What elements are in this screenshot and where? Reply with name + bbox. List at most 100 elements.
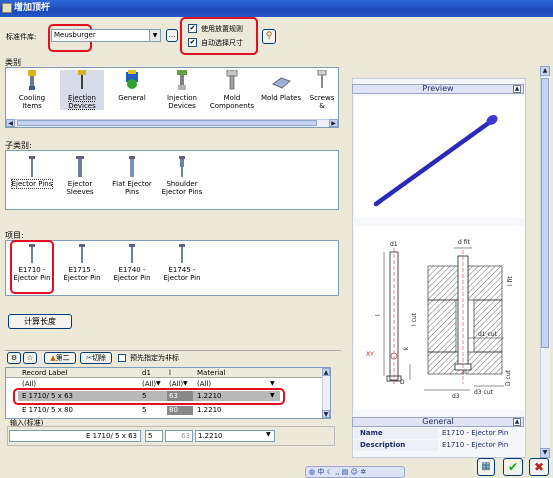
table-cell[interactable]: 63 — [169, 392, 178, 401]
app-icon — [2, 3, 12, 13]
drawing-label-xy: XY — [366, 351, 374, 358]
project-item-e1710[interactable]: E1710 - Ejector Pin — [12, 244, 52, 282]
preview-title: Preview — [422, 84, 454, 93]
use-placement-rules-checkbox[interactable]: ✔ — [188, 24, 197, 33]
filter-icon[interactable]: ☆ — [23, 352, 37, 364]
table-cell[interactable]: 5 — [142, 392, 146, 401]
category-item-injection[interactable]: Injection Devices — [160, 70, 204, 110]
cancel-button[interactable]: ✖ — [529, 458, 549, 476]
apply-button[interactable]: ▦ — [477, 458, 495, 476]
category-item-general[interactable]: General — [110, 70, 154, 102]
chevron-down-icon[interactable]: ▼ — [156, 380, 161, 387]
scroll-down-icon[interactable]: ▼ — [322, 410, 330, 418]
category-item-label: Ejection Devices — [68, 94, 96, 110]
preview-header: Preview ▲ — [352, 84, 524, 94]
chevron-down-icon[interactable]: ▼ — [149, 30, 160, 41]
scroll-right-icon[interactable]: ▶ — [329, 119, 338, 127]
project-item-e1715[interactable]: E1715 - Ejector Pin — [60, 244, 104, 282]
pin-tool-icon[interactable]: ⚲ — [262, 29, 276, 44]
general-value: E1710 - Ejector Pin — [442, 429, 509, 437]
drawing-label-d1-cut: d1 cut — [478, 331, 498, 338]
checkmark-icon: ✔ — [507, 460, 519, 474]
scroll-left-icon[interactable]: ◀ — [6, 119, 15, 127]
input-d1-field[interactable]: 5 — [145, 430, 163, 442]
column-header[interactable]: l — [169, 369, 171, 378]
subcategory-item-ejector-sleeves[interactable]: Ejector Sleeves — [58, 156, 102, 196]
subcategory-item-ejector-pins[interactable]: Ejector Pins — [10, 156, 54, 189]
project-item-e1740[interactable]: E1740 - Ejector Pin — [110, 244, 154, 282]
trim-button[interactable]: ✂切除 — [80, 352, 112, 364]
general-icon — [126, 70, 138, 89]
category-scroll-thumb[interactable] — [17, 120, 317, 126]
drawing-label-D-cut: D cut — [505, 369, 512, 386]
window-title-bar: 增加顶杆 — [0, 0, 553, 17]
scroll-up-icon[interactable]: ▲ — [540, 66, 550, 76]
drawing-label-l-fit: l fit — [507, 276, 514, 286]
scroll-down-icon[interactable]: ▼ — [540, 448, 550, 458]
project-item-e1745[interactable]: E1745 - Ejector Pin — [158, 244, 206, 282]
drawing-label-d-fit: d fit — [458, 239, 470, 246]
ime-toolbar[interactable]: ◍ 中 ☾ ,, ▤ ☺ ✲ — [305, 466, 405, 478]
trim-label: 切除 — [91, 354, 106, 362]
general-key: Description — [354, 440, 438, 451]
table-cell[interactable]: 1.2210 — [197, 392, 222, 401]
table-cell[interactable]: E 1710/ 5 x 80 — [22, 406, 73, 415]
auto-select-size-label: 自动选择尺寸 — [201, 39, 243, 47]
ok-button[interactable]: ✔ — [503, 458, 523, 476]
default-unselected-checkbox[interactable] — [118, 354, 126, 362]
input-record-field[interactable]: E 1710/ 5 x 63 — [9, 430, 141, 442]
library-select[interactable]: Meusburger ▼ — [51, 29, 161, 42]
general-header: General ▲ — [352, 417, 524, 427]
chevron-down-icon[interactable]: ▼ — [270, 380, 275, 387]
category-item-ejection[interactable]: Ejection Devices — [60, 70, 104, 110]
table-cell[interactable]: 1.2210 — [197, 406, 222, 415]
ejector-pin-icon — [129, 244, 135, 263]
browse-library-button[interactable]: … — [166, 29, 178, 42]
column-header[interactable]: Record Label — [22, 369, 67, 378]
preview-3d-view — [354, 96, 524, 218]
subcategory-item-label: Shoulder Ejector Pins — [161, 180, 203, 196]
general-value: E1710 - Ejector Pin — [442, 441, 509, 449]
category-item-label: General — [118, 94, 146, 102]
table-cell[interactable]: 5 — [142, 406, 146, 415]
auto-select-size-checkbox[interactable]: ✔ — [188, 38, 197, 47]
ime-keyboard-icon: ▤ — [341, 468, 349, 476]
mold-plate-icon — [272, 77, 291, 89]
ejector-pin-icon — [29, 244, 35, 263]
ime-user-icon: ☺ — [350, 468, 358, 476]
collapse-icon[interactable]: ▲ — [513, 418, 521, 426]
calc-length-button[interactable]: 计算长度 — [8, 314, 72, 329]
ejection-icon — [78, 70, 86, 89]
subcategory-item-shoulder-ejector-pins[interactable]: Shoulder Ejector Pins — [158, 156, 206, 196]
injection-icon — [177, 70, 187, 90]
preview-2d-drawing: d1 d fit l fit l d1 cut l cut k D d3 d3 … — [354, 226, 524, 410]
input-l-field[interactable]: 63 — [165, 430, 193, 442]
pin-view-icon[interactable]: ⚙ — [7, 352, 21, 364]
scroll-up-icon[interactable]: ▲ — [322, 368, 330, 376]
category-item-label: Mold Components — [209, 94, 255, 110]
table-cell[interactable]: 80 — [169, 406, 178, 415]
ejector-pin-icon — [29, 156, 35, 177]
collapse-icon[interactable]: ▲ — [513, 85, 521, 93]
category-item-label: Screws & — [309, 94, 335, 110]
table-cell[interactable]: E 1710/ 5 x 63 — [22, 392, 73, 401]
input-material-field[interactable]: 1.2210 — [195, 430, 275, 442]
subcategory-item-flat-ejector-pins[interactable]: Flat Ejector Pins — [110, 156, 154, 196]
general-row-name: Name E1710 - Ejector Pin — [354, 428, 524, 439]
drawing-label-d3: d3 — [452, 393, 460, 400]
chevron-down-icon[interactable]: ▼ — [270, 392, 275, 399]
category-item-screws[interactable]: Screws & — [306, 70, 338, 110]
category-item-mold-plates[interactable]: Mold Plates — [258, 70, 304, 102]
column-header[interactable]: d1 — [142, 369, 151, 378]
category-item-mold-components[interactable]: Mold Components — [208, 70, 256, 110]
chevron-down-icon[interactable]: ▼ — [266, 431, 271, 438]
subcategory-item-label: Ejector Pins — [10, 179, 54, 189]
drawing-label-d3-cut: d3 cut — [474, 389, 494, 396]
chevron-down-icon[interactable]: ▼ — [183, 380, 188, 387]
second-button[interactable]: ▲第二 — [44, 352, 76, 364]
apply-icon: ▦ — [481, 461, 491, 472]
right-scroll-thumb[interactable] — [541, 78, 549, 348]
category-item-cooling[interactable]: Cooling Items — [8, 70, 56, 110]
project-item-label: E1740 - Ejector Pin — [113, 266, 151, 282]
column-header[interactable]: Material — [197, 369, 225, 378]
